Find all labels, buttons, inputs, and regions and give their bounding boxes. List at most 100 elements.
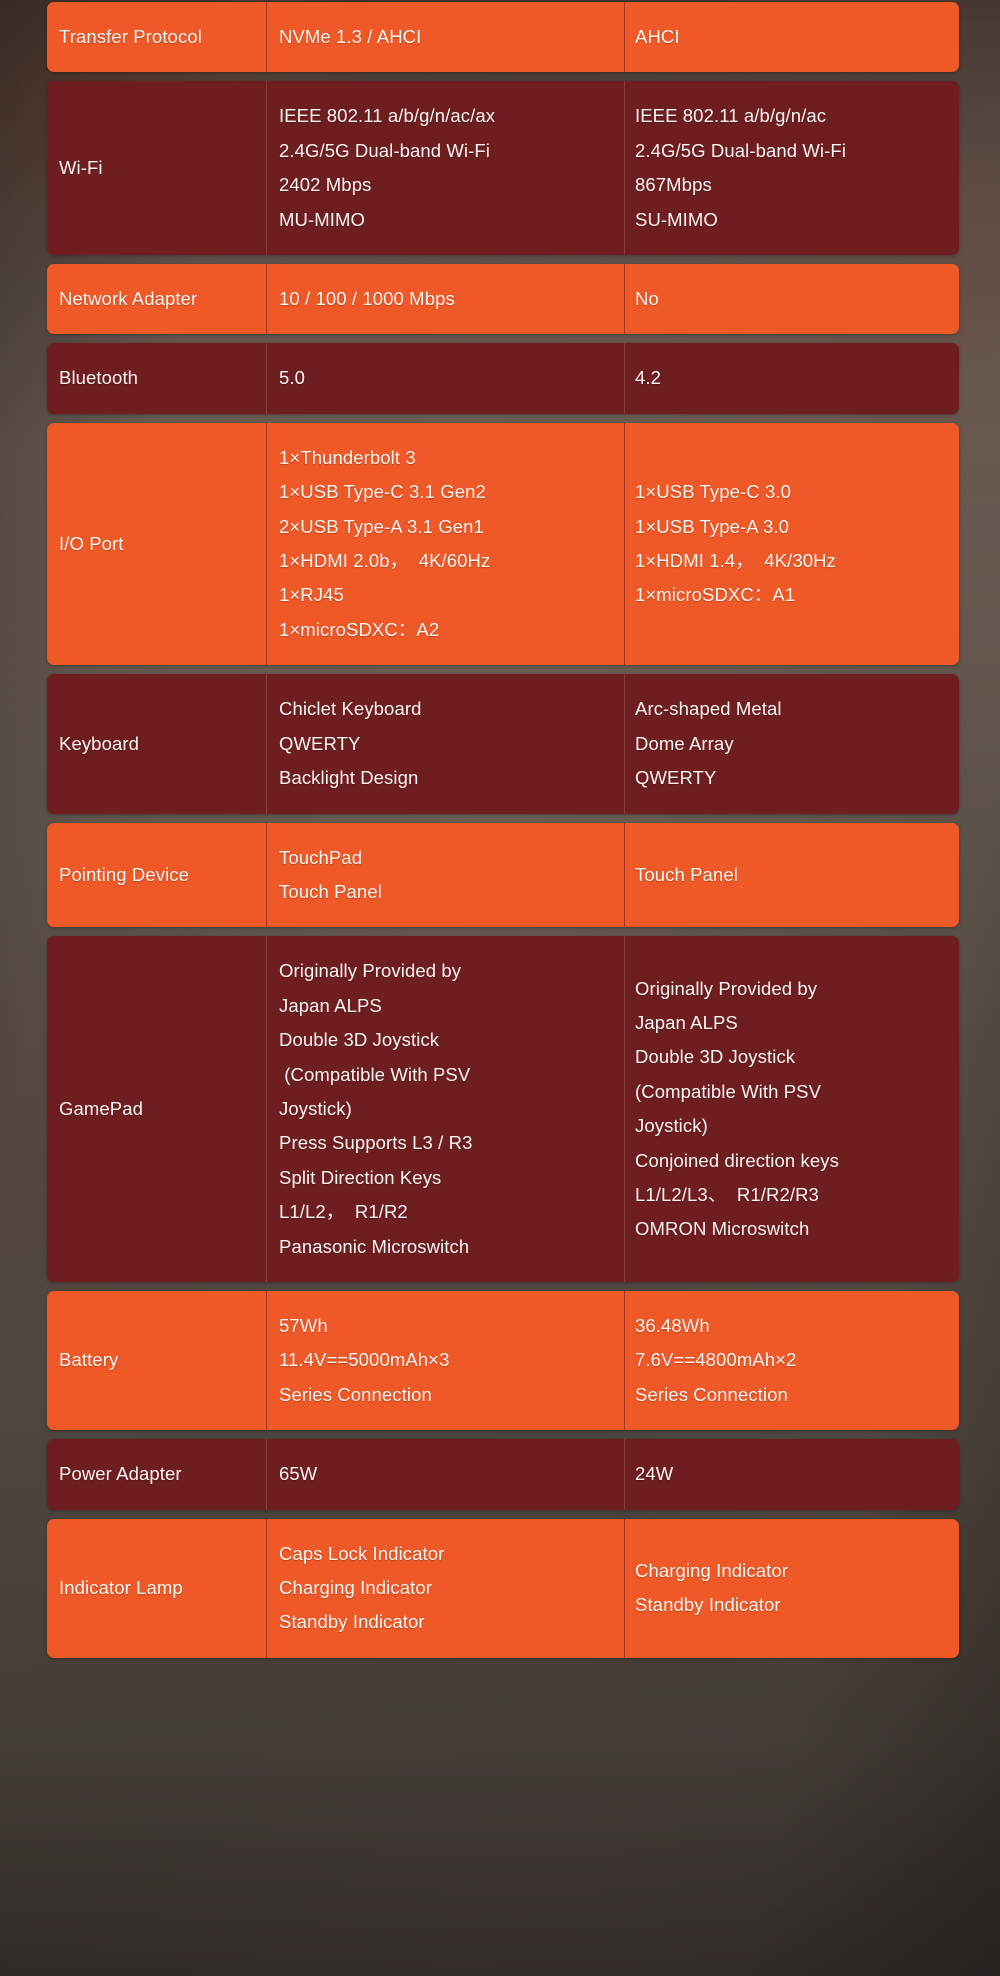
row-label-text: Pointing Device: [59, 863, 190, 885]
cell-line: 5.0: [279, 367, 306, 389]
cell-line: Caps Lock Indicator: [279, 1542, 445, 1564]
cell-line: AHCI: [635, 26, 680, 47]
cell-io-port-product-b: 1×USB Type-C 3.0 1×USB Type-A 3.0 1×HDMI 1…: [624, 422, 959, 666]
row-label-power-adapter: Power Adapter: [47, 1439, 266, 1509]
cell-line: Standby Indicator: [279, 1611, 425, 1633]
cell-line: 2.4G/5G Dual-band Wi-Fi: [279, 139, 491, 161]
cell-line: TouchPad: [279, 846, 363, 868]
cell-power-adapter-product-a: 65W: [266, 1439, 624, 1510]
cell-line: Originally Provided by: [279, 960, 462, 982]
cell-io-port-product-a: 1×Thunderbolt 3 1×USB Type-C 3.1 Gen2 2×US…: [266, 422, 624, 666]
cell-line: 2×USB Type-A 3.1 Gen1: [279, 515, 484, 537]
cell-line: Touch Panel: [635, 863, 738, 885]
cell-line: 2402 Mbps: [279, 174, 372, 196]
cell-line: 1×USB Type-A 3.0: [635, 515, 789, 537]
row-label-text: Keyboard: [59, 732, 139, 754]
cell-line: Joystick): [279, 1097, 352, 1119]
row-label-battery: Battery: [47, 1291, 266, 1430]
cell-line: (Compatible With PSV: [635, 1080, 822, 1102]
cell-line: Series Connection: [279, 1383, 432, 1405]
table-row: Keyboard Chiclet Keyboard QWERTY Backlight …: [47, 674, 959, 814]
cell-line: Backlight Design: [279, 767, 419, 789]
cell-line: 1×USB Type-C 3.0: [635, 481, 792, 503]
row-label-keyboard: Keyboard: [47, 674, 266, 813]
cell-line: 1×microSDXC：A2: [279, 618, 440, 640]
row-label-text: Network Adapter: [59, 288, 198, 310]
cell-line: Arc-shaped Metal: [635, 698, 782, 720]
cell-line: 24W: [635, 1463, 674, 1485]
cell-line: Double 3D Joystick: [279, 1029, 440, 1051]
cell-line: Joystick): [635, 1115, 708, 1137]
cell-line: OMRON Microswitch: [635, 1218, 810, 1240]
table-row: GamePad Originally Provided by Japan ALPS D…: [47, 936, 959, 1282]
cell-line: 7.6V==4800mAh×2: [635, 1349, 797, 1371]
cell-bluetooth-product-a: 5.0: [266, 343, 624, 414]
cell-battery-product-b: 36.48Wh 7.6V==4800mAh×2 Series Connection: [624, 1290, 959, 1431]
cell-indicator-lamp-product-a: Caps Lock Indicator Charging Indicator Sta…: [266, 1518, 624, 1658]
cell-line: IEEE 802.11 a/b/g/n/ac: [635, 105, 827, 127]
row-label-text: Power Adapter: [59, 1463, 182, 1485]
cell-bluetooth-product-b: 4.2: [624, 343, 959, 414]
cell-line: Series Connection: [635, 1383, 788, 1405]
cell-line: MU-MIMO: [279, 208, 365, 230]
cell-network-adapter-product-a: 10 / 100 / 1000 Mbps: [266, 264, 624, 335]
cell-line: QWERTY: [279, 732, 361, 754]
cell-line: L1/L2/L3、 R1/R2/R3: [635, 1183, 819, 1205]
cell-line: 1×microSDXC：A1: [635, 584, 796, 606]
cell-line: Standby Indicator: [635, 1594, 781, 1616]
cell-line: Press Supports L3 / R3: [279, 1132, 473, 1154]
cell-line: Dome Array: [635, 732, 734, 754]
row-label-text: Battery: [59, 1349, 119, 1371]
row-label-text: Wi-Fi: [59, 157, 103, 179]
cell-line: Panasonic Microswitch: [279, 1235, 470, 1257]
cell-line: 1×USB Type-C 3.1 Gen2: [279, 481, 486, 503]
row-label-bluetooth: Bluetooth: [47, 343, 266, 413]
cell-line: Touch Panel: [279, 880, 382, 902]
cell-line: Charging Indicator: [279, 1577, 432, 1598]
cell-line: 1×HDMI 1.4， 4K/30Hz: [635, 550, 836, 572]
table-row: Transfer Protocol NVMe 1.3 / AHCI AHCI: [47, 2, 959, 73]
cell-gamepad-product-b: Originally Provided by Japan ALPS Double 3…: [624, 936, 959, 1282]
cell-line: SU-MIMO: [635, 208, 718, 230]
cell-indicator-lamp-product-b: Charging Indicator Standby Indicator: [624, 1518, 959, 1658]
cell-line: 65W: [279, 1463, 318, 1485]
cell-line: QWERTY: [635, 767, 717, 789]
cell-wifi-product-b: IEEE 802.11 a/b/g/n/ac 2.4G/5G Dual-band …: [624, 81, 959, 256]
cell-line: Split Direction Keys: [279, 1166, 442, 1188]
row-label-io-port: I/O Port: [47, 423, 266, 665]
cell-line: IEEE 802.11 a/b/g/n/ac/ax: [279, 105, 496, 127]
cell-line: 867Mbps: [635, 174, 712, 196]
row-label-text: Bluetooth: [59, 367, 139, 389]
table-row: Pointing Device TouchPad Touch Panel Touch …: [47, 822, 959, 928]
table-row: Indicator Lamp Caps Lock Indicator Chargin…: [47, 1518, 959, 1658]
table-row: Power Adapter 65W 24W: [47, 1439, 959, 1510]
cell-network-adapter-product-b: No: [624, 264, 959, 335]
cell-line: Conjoined direction keys: [635, 1149, 839, 1171]
table-row: I/O Port 1×Thunderbolt 3 1×USB Type-C 3.1 …: [47, 422, 959, 666]
row-label-text: I/O Port: [59, 532, 124, 554]
cell-pointing-device-product-a: TouchPad Touch Panel: [266, 822, 624, 928]
cell-keyboard-product-b: Arc-shaped Metal Dome Array QWERTY: [624, 674, 959, 814]
cell-wifi-product-a: IEEE 802.11 a/b/g/n/ac/ax 2.4G/5G Dual-ba…: [266, 81, 624, 256]
cell-line: NVMe 1.3 / AHCI: [279, 26, 422, 47]
cell-line: Japan ALPS: [279, 994, 382, 1016]
cell-battery-product-a: 57Wh 11.4V==5000mAh×3 Series Connection: [266, 1290, 624, 1431]
row-label-text: Indicator Lamp: [59, 1577, 183, 1598]
row-label-network-adapter: Network Adapter: [47, 264, 266, 334]
cell-line: No: [635, 288, 659, 310]
cell-transfer-protocol-product-b: AHCI: [624, 2, 959, 73]
cell-transfer-protocol-product-a: NVMe 1.3 / AHCI: [266, 2, 624, 73]
cell-line: 1×HDMI 2.0b， 4K/60Hz: [279, 550, 491, 572]
cell-keyboard-product-a: Chiclet Keyboard QWERTY Backlight Design: [266, 674, 624, 814]
cell-line: 4.2: [635, 367, 662, 389]
cell-line: Originally Provided by: [635, 977, 818, 999]
cell-line: Japan ALPS: [635, 1011, 738, 1033]
table-row: Wi-Fi IEEE 802.11 a/b/g/n/ac/ax 2.4G/5G Du…: [47, 81, 959, 256]
row-label-gamepad: GamePad: [47, 936, 266, 1282]
spec-comparison-table: Transfer Protocol NVMe 1.3 / AHCI AHCI Wi-F…: [47, 2, 959, 1658]
row-label-pointing-device: Pointing Device: [47, 823, 266, 928]
row-label-transfer-protocol: Transfer Protocol: [47, 2, 266, 72]
cell-line: Double 3D Joystick: [635, 1046, 796, 1068]
cell-line: 1×RJ45: [279, 584, 344, 606]
cell-line: L1/L2， R1/R2: [279, 1201, 408, 1223]
